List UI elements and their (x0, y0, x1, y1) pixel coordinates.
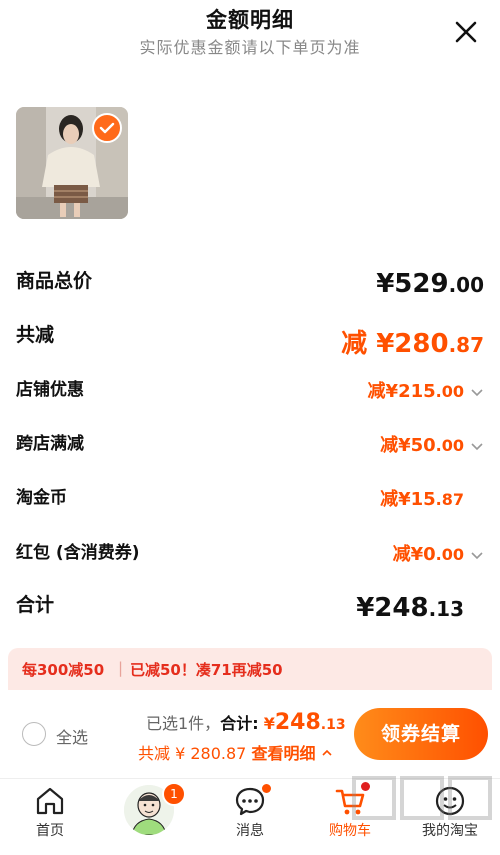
cross-store-label: 跨店满减 (16, 434, 84, 454)
total-reduce-value: 减 ¥280.87 (341, 329, 484, 359)
checkout-total-amount: ¥248.13 (263, 710, 346, 735)
tab-messages[interactable]: 消息 (200, 779, 300, 855)
goods-total-label: 商品总价 (16, 270, 93, 292)
chevron-down-icon[interactable] (470, 439, 484, 453)
red-packet-label: 红包 (含消费券) (16, 543, 140, 563)
taojinbi-value: 减¥15.87 (380, 489, 464, 510)
close-icon[interactable] (452, 18, 480, 46)
promo-rule: 每300减50 (22, 661, 105, 679)
final-total-label: 合计 (16, 594, 55, 616)
watermark-logo (352, 776, 492, 820)
header: 金额明细 实际优惠金额请以下单页为准 (0, 0, 500, 70)
select-all-radio[interactable] (22, 722, 46, 746)
chevron-down-icon[interactable] (470, 548, 484, 562)
view-detail-link[interactable]: 查看明细 (251, 744, 315, 763)
home-icon (36, 787, 64, 815)
red-packet-value: 减¥0.00 (393, 540, 484, 566)
tab-messages-label: 消息 (236, 823, 264, 839)
tab-home-label: 首页 (36, 823, 64, 839)
reduce-summary[interactable]: 共减 ¥ 280.87 查看明细 (138, 740, 333, 764)
total-reduce-label: 共减 (16, 324, 55, 346)
chevron-up-icon (321, 749, 332, 756)
promo-banner[interactable]: 每300减50 | 已减50！凑71再减50 (8, 648, 492, 690)
page-subtitle: 实际优惠金额请以下单页为准 (139, 38, 361, 57)
goods-total-value: ¥529.00 (376, 269, 484, 299)
promo-divider: | (118, 659, 124, 677)
final-total-value: ¥248.13 (356, 593, 464, 623)
taojinbi-label: 淘金币 (16, 488, 67, 508)
page-title: 金额明细 (206, 8, 294, 32)
promo-progress: 已减50！凑71再减50 (130, 661, 283, 679)
select-all-label[interactable]: 全选 (56, 724, 88, 748)
notification-badge: 1 (162, 782, 186, 806)
shop-discount-value: 减¥215.00 (368, 377, 484, 403)
cross-store-value: 减¥50.00 (380, 431, 484, 457)
tab-home[interactable]: 首页 (0, 779, 100, 855)
selected-summary: 已选1件，合计: ¥248.13 (146, 710, 346, 735)
checkout-button[interactable]: 领券结算 (354, 708, 488, 760)
selected-check-icon[interactable] (92, 113, 122, 143)
message-dot-badge (262, 784, 271, 793)
message-icon (235, 787, 265, 816)
chevron-down-icon[interactable] (470, 385, 484, 399)
shop-discount-label: 店铺优惠 (16, 380, 84, 400)
